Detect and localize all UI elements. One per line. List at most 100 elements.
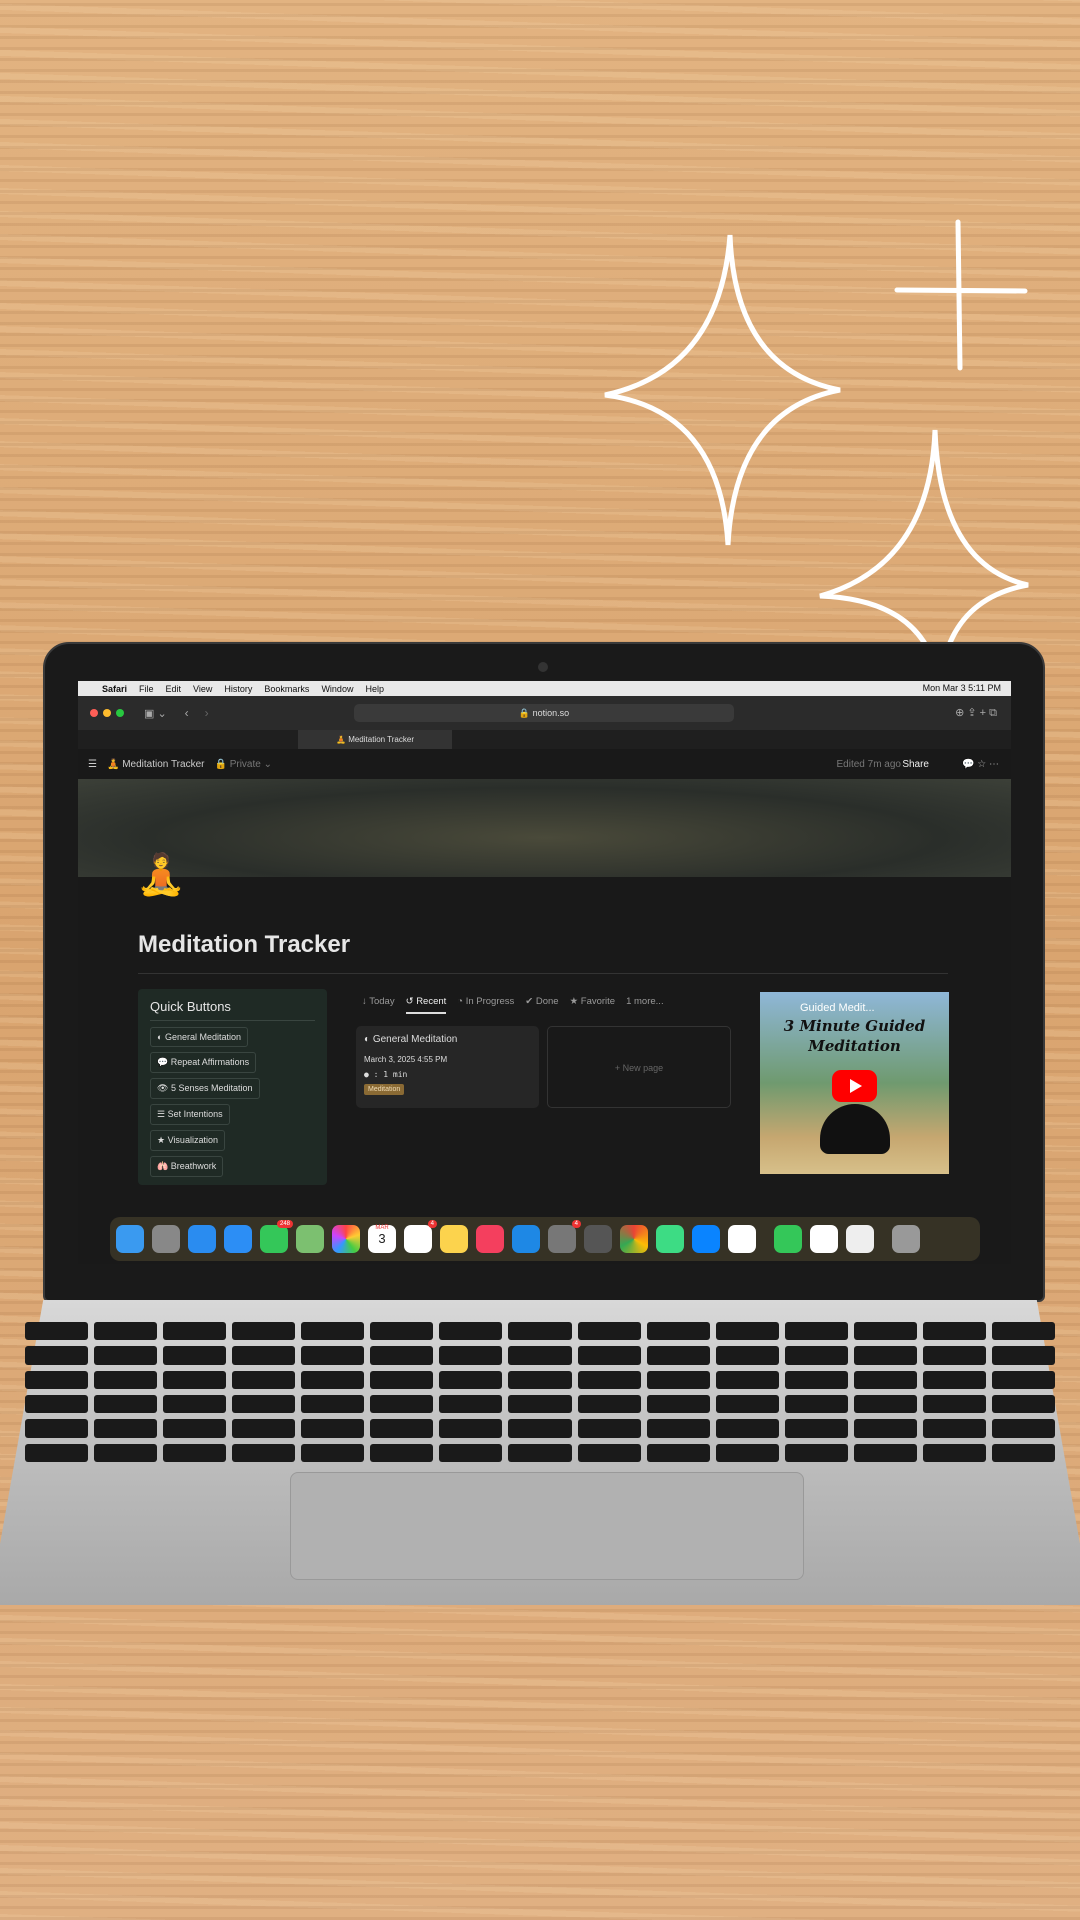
tab-in-progress[interactable]: ◔ In Progress (457, 996, 514, 1014)
key[interactable] (715, 1322, 779, 1341)
key[interactable] (853, 1419, 917, 1438)
key[interactable] (991, 1394, 1055, 1414)
notes-icon[interactable] (440, 1225, 468, 1253)
key[interactable] (853, 1370, 917, 1389)
key[interactable] (508, 1370, 572, 1389)
more-views-button[interactable]: 1 more... (626, 996, 664, 1014)
menu-app[interactable]: Safari (102, 684, 127, 694)
trash-icon[interactable] (892, 1225, 920, 1253)
key[interactable] (853, 1346, 917, 1365)
edge-icon[interactable] (692, 1225, 720, 1253)
menu-icon[interactable]: ☰ (88, 759, 97, 770)
key[interactable] (232, 1322, 296, 1341)
key[interactable] (370, 1322, 434, 1341)
key[interactable] (439, 1394, 503, 1414)
key[interactable] (922, 1419, 986, 1438)
key[interactable] (922, 1370, 986, 1389)
key[interactable] (853, 1443, 917, 1462)
menu-view[interactable]: View (193, 684, 212, 694)
key[interactable] (163, 1322, 227, 1341)
menu-help[interactable]: Help (365, 684, 384, 694)
calendar-icon[interactable]: MAR 3 (368, 1225, 396, 1253)
key[interactable] (370, 1419, 434, 1438)
gallery-card[interactable]: ◐ General Meditation March 3, 2025 4:55 … (356, 1026, 539, 1108)
safari-icon[interactable] (188, 1225, 216, 1253)
key[interactable] (784, 1419, 848, 1438)
maps-icon[interactable] (296, 1225, 324, 1253)
key[interactable] (715, 1346, 779, 1365)
tab-today[interactable]: ↓ Today (362, 996, 395, 1014)
toolbar-actions-icon[interactable]: ⊕ ⇪ + ⧉ (955, 706, 997, 720)
menu-bookmarks[interactable]: Bookmarks (264, 684, 309, 694)
button-general-meditation[interactable]: ◐ General Meditation (150, 1027, 248, 1047)
share-button[interactable]: Share (902, 759, 929, 770)
key[interactable] (25, 1443, 89, 1462)
launchpad-icon[interactable] (152, 1225, 180, 1253)
key[interactable] (370, 1443, 434, 1462)
key[interactable] (508, 1346, 572, 1365)
button-set-intentions[interactable]: ☰ Set Intentions (150, 1104, 230, 1125)
button-breathwork[interactable]: 🫁 Breathwork (150, 1156, 224, 1177)
key[interactable] (508, 1322, 572, 1341)
key[interactable] (646, 1419, 710, 1438)
capcut-icon[interactable] (810, 1225, 838, 1253)
key[interactable] (439, 1419, 503, 1438)
mail-icon[interactable] (224, 1225, 252, 1253)
key[interactable] (577, 1346, 641, 1365)
key[interactable] (439, 1346, 503, 1365)
page-icon[interactable]: 🧘 (136, 851, 186, 898)
forward-icon[interactable]: › (205, 706, 209, 720)
tab-favorite[interactable]: ★ Favorite (570, 996, 616, 1014)
key[interactable] (646, 1346, 710, 1365)
photos-icon[interactable] (332, 1225, 360, 1253)
key[interactable] (784, 1394, 848, 1414)
key[interactable] (646, 1370, 710, 1389)
reminders-icon[interactable]: 4 (404, 1220, 437, 1253)
play-button-icon[interactable] (832, 1070, 877, 1102)
key[interactable] (577, 1419, 641, 1438)
button-5-senses[interactable]: 👁 5 Senses Meditation (150, 1078, 260, 1099)
trackpad[interactable] (290, 1472, 804, 1580)
key[interactable] (163, 1370, 227, 1389)
key[interactable] (991, 1346, 1055, 1365)
key[interactable] (991, 1322, 1055, 1341)
key[interactable] (232, 1346, 296, 1365)
tab-meditation-tracker[interactable]: 🧘 Meditation Tracker (298, 730, 452, 749)
key[interactable] (94, 1394, 158, 1414)
breadcrumb[interactable]: 🧘 Meditation Tracker (107, 759, 205, 770)
key[interactable] (94, 1419, 158, 1438)
key[interactable] (853, 1322, 917, 1341)
music-icon[interactable] (476, 1225, 504, 1253)
key[interactable] (991, 1443, 1055, 1462)
key[interactable] (163, 1443, 227, 1462)
back-icon[interactable]: ‹ (185, 706, 189, 720)
key[interactable] (922, 1443, 986, 1462)
key[interactable] (922, 1394, 986, 1414)
key[interactable] (439, 1443, 503, 1462)
key[interactable] (370, 1394, 434, 1414)
chrome-icon[interactable] (620, 1225, 648, 1253)
key[interactable] (370, 1346, 434, 1365)
key[interactable] (301, 1346, 365, 1365)
find-my-icon[interactable] (656, 1225, 684, 1253)
key[interactable] (577, 1443, 641, 1462)
key[interactable] (646, 1394, 710, 1414)
key[interactable] (232, 1443, 296, 1462)
youtube-embed[interactable]: Guided Medit... 3 Minute Guided Meditati… (760, 992, 949, 1174)
tab-done[interactable]: ✔ Done (525, 996, 558, 1014)
privacy-dropdown[interactable]: 🔒 Private ⌄ (214, 759, 272, 770)
key[interactable] (991, 1419, 1055, 1438)
key[interactable] (439, 1370, 503, 1389)
key[interactable] (25, 1394, 89, 1414)
key[interactable] (301, 1370, 365, 1389)
tasks-icon[interactable] (728, 1225, 756, 1253)
key[interactable] (163, 1419, 227, 1438)
key[interactable] (853, 1394, 917, 1414)
facetime-icon[interactable] (774, 1225, 802, 1253)
key[interactable] (784, 1346, 848, 1365)
key[interactable] (232, 1370, 296, 1389)
menu-edit[interactable]: Edit (166, 684, 182, 694)
key[interactable] (508, 1394, 572, 1414)
key[interactable] (439, 1322, 503, 1341)
tab-recent[interactable]: ↺ Recent (405, 996, 447, 1014)
